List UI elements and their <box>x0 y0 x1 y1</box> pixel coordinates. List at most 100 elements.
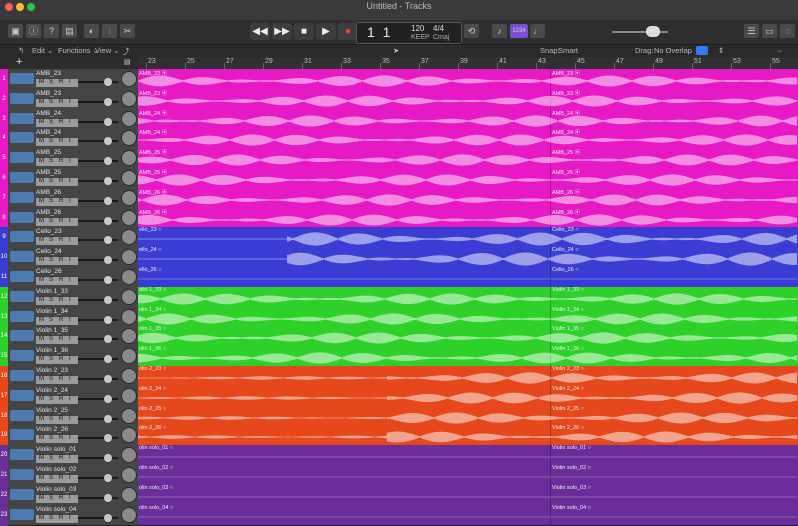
audio-region[interactable]: olin solo_03 ○ Violin solo_03 ○ <box>138 484 798 506</box>
pan-knob[interactable] <box>121 209 137 226</box>
volume-fader-knob[interactable] <box>104 137 112 146</box>
solo-button[interactable]: S <box>49 99 53 105</box>
tuner-button[interactable]: ♪ <box>492 24 507 38</box>
automation-icon[interactable]: ⤴ <box>122 46 130 57</box>
volume-fader[interactable] <box>78 338 118 341</box>
track-name[interactable]: Violin 1_36 <box>36 347 68 354</box>
pan-knob[interactable] <box>121 348 137 365</box>
record-enable-button[interactable]: R <box>59 257 63 263</box>
volume-fader-knob[interactable] <box>104 216 112 225</box>
volume-fader[interactable] <box>78 180 118 182</box>
track-header[interactable]: 12 Violin 1_33 M S R I <box>0 286 138 308</box>
record-enable-button[interactable]: R <box>59 356 63 362</box>
mute-button[interactable]: M <box>39 277 44 283</box>
pan-knob[interactable] <box>121 368 137 384</box>
track-header[interactable]: 6 AMB_25 M S R I <box>0 168 138 189</box>
volume-fader-knob[interactable] <box>104 474 112 482</box>
volume-fader-knob[interactable] <box>104 177 112 185</box>
mute-button[interactable]: M <box>39 218 44 224</box>
pan-knob[interactable] <box>121 189 137 206</box>
solo-button[interactable]: S <box>49 435 53 441</box>
volume-fader[interactable] <box>78 279 118 281</box>
track-header[interactable]: 2 AMB_23 M S R I <box>0 88 138 110</box>
list-editors-button[interactable]: ☰ <box>744 24 759 38</box>
volume-fader-knob[interactable] <box>104 315 112 324</box>
record-enable-button[interactable]: R <box>59 455 63 461</box>
pan-knob[interactable] <box>121 447 137 464</box>
smart-controls-button[interactable]: ◐ <box>84 24 99 38</box>
volume-fader-knob[interactable] <box>104 394 112 403</box>
solo-button[interactable]: S <box>49 515 53 521</box>
mute-button[interactable]: M <box>39 515 44 521</box>
track-name[interactable]: Violin 2_23 <box>36 367 68 374</box>
audio-region[interactable]: olin 2_23 ○ Violin 2_23 ○ <box>138 366 798 387</box>
track-name[interactable]: Violin solo_02 <box>36 466 76 473</box>
track-name[interactable]: Cello_24 <box>36 248 62 255</box>
volume-fader[interactable] <box>78 100 118 103</box>
audio-region[interactable]: olin 1_35 ○ Violin 1_35 ○ <box>138 326 798 348</box>
input-monitor-button[interactable]: I <box>69 495 71 501</box>
audio-region[interactable]: olin 2_24 ○ Violin 2_24 ○ <box>138 385 798 407</box>
mute-button[interactable]: M <box>39 158 44 164</box>
drag-value[interactable]: No Overlap <box>654 46 692 55</box>
audio-region[interactable]: ello_23 ○ Cello_23 ○ <box>138 227 798 249</box>
record-enable-button[interactable]: R <box>59 138 63 144</box>
mute-button[interactable]: M <box>39 119 44 125</box>
mute-button[interactable]: M <box>39 257 44 263</box>
pan-knob[interactable] <box>121 387 137 404</box>
volume-fader[interactable] <box>78 516 118 519</box>
record-enable-button[interactable]: R <box>59 277 63 283</box>
audio-region[interactable]: olin solo_04 ○ Violin solo_04 ○ <box>138 504 798 525</box>
volume-fader-knob[interactable] <box>104 375 112 383</box>
solo-button[interactable]: S <box>49 257 53 263</box>
input-monitor-button[interactable]: I <box>69 178 71 184</box>
track-header[interactable]: 3 AMB_24 M S R I <box>0 108 138 130</box>
solo-button[interactable]: S <box>49 416 53 422</box>
audio-region[interactable]: olin 1_33 ○ Violin 1_33 ○ <box>138 286 798 308</box>
solo-button[interactable]: S <box>49 277 53 283</box>
volume-fader[interactable] <box>78 160 118 163</box>
audio-region[interactable]: olin solo_01 ○ Violin solo_01 ○ <box>138 445 798 467</box>
input-monitor-button[interactable]: I <box>69 356 71 362</box>
track-header[interactable]: 15 Violin 1_36 M S R I <box>0 346 138 368</box>
track-header[interactable]: 22 Violin solo_03 M S R I <box>0 484 138 506</box>
track-name[interactable]: Violin 2_25 <box>36 407 68 414</box>
volume-fader[interactable] <box>78 120 118 123</box>
audio-region[interactable]: AMB_25 ⦿ AMB_25 ⦿ <box>138 148 798 170</box>
record-enable-button[interactable]: R <box>59 198 63 204</box>
record-enable-button[interactable]: R <box>59 297 63 303</box>
mute-button[interactable]: M <box>39 336 44 342</box>
track-name[interactable]: AMB_23 <box>36 70 61 77</box>
record-enable-button[interactable]: R <box>59 475 63 481</box>
track-header[interactable]: 10 Cello_24 M S R I <box>0 247 138 269</box>
input-monitor-button[interactable]: I <box>69 435 71 441</box>
track-name[interactable]: Cello_26 <box>36 268 62 275</box>
record-enable-button[interactable]: R <box>59 79 63 85</box>
track-header[interactable]: 9 Cello_23 M S R I <box>0 227 138 249</box>
track-header[interactable]: 8 AMB_26 M S R I <box>0 207 138 229</box>
pan-knob[interactable] <box>121 308 137 325</box>
solo-button[interactable]: S <box>49 198 53 204</box>
record-enable-button[interactable]: R <box>59 416 63 422</box>
track-header[interactable]: 14 Violin 1_35 M S R I <box>0 326 138 348</box>
audio-region[interactable]: olin 1_34 ○ Violin 1_34 ○ <box>138 306 798 328</box>
mute-button[interactable]: M <box>39 495 44 501</box>
waveform-zoom-icon[interactable] <box>696 46 708 55</box>
track-header[interactable]: 23 Violin solo_04 M S R I <box>0 504 138 526</box>
solo-button[interactable]: S <box>49 336 53 342</box>
metronome-button[interactable]: ♩ <box>530 24 545 38</box>
solo-button[interactable]: S <box>49 356 53 362</box>
input-monitor-button[interactable]: I <box>69 119 71 125</box>
record-enable-button[interactable]: R <box>59 99 63 105</box>
track-name[interactable]: Violin 2_26 <box>36 426 68 433</box>
pan-knob[interactable] <box>121 130 137 147</box>
track-name[interactable]: AMB_24 <box>36 129 61 136</box>
volume-fader[interactable] <box>78 239 118 242</box>
volume-fader-knob[interactable] <box>104 236 112 245</box>
audio-region[interactable]: AMB_24 ⦿ AMB_24 ⦿ <box>138 108 798 130</box>
solo-button[interactable]: S <box>49 119 53 125</box>
volume-fader[interactable] <box>78 496 118 499</box>
pan-knob[interactable] <box>121 269 137 285</box>
zoom-horizontal-icon[interactable]: ⇔ <box>776 46 784 55</box>
solo-button[interactable]: S <box>49 218 53 224</box>
